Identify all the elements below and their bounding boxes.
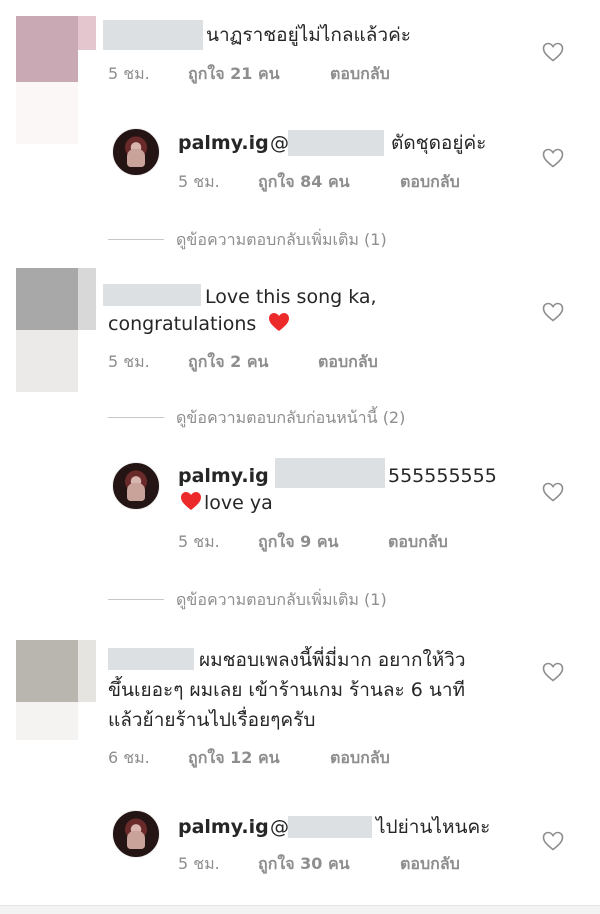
view-more-replies[interactable]: ดูข้อความตอบกลับเพิ่มเติม (1) xyxy=(108,588,448,610)
comment-time: 5 ชม. xyxy=(108,352,150,371)
comment-text: นาฏราชอยู่ไม่ไกลแล้วค่ะ xyxy=(206,24,411,46)
likes-count[interactable]: ถูกใจ 30 คน xyxy=(258,852,350,877)
divider xyxy=(108,417,164,418)
comment-time: 5 ชม. xyxy=(178,854,220,873)
comment-text-line-2: congratulations xyxy=(108,313,257,335)
red-heart-emoji xyxy=(181,492,201,510)
redacted-username xyxy=(103,20,203,50)
reply-button[interactable]: ตอบกลับ xyxy=(388,530,448,555)
comment-text-line: congratulations xyxy=(108,310,292,338)
view-more-label: ดูข้อความตอบกลับเพิ่มเติม (1) xyxy=(176,230,387,249)
comment-time: 5 ชม. xyxy=(178,532,220,551)
comment-text-line: ขึ้นเยอะๆ ผมเลย เข้าร้านเกม ร้านละ 6 นาท… xyxy=(108,679,466,701)
reply-button[interactable]: ตอบกลับ xyxy=(400,170,460,195)
username[interactable]: palmy.ig xyxy=(178,813,269,841)
heart-outline-icon[interactable] xyxy=(541,300,565,324)
redacted-mention xyxy=(288,816,372,838)
redacted-username xyxy=(108,648,194,670)
redacted-mention xyxy=(288,130,384,156)
reply-button[interactable]: ตอบกลับ xyxy=(330,746,390,771)
comment-text-line: love ya xyxy=(178,489,273,517)
reply-button[interactable]: ตอบกลับ xyxy=(330,62,390,87)
avatar-pixelated[interactable] xyxy=(16,640,96,740)
comment-text: ตัดชุดอยู่ค่ะ xyxy=(391,132,487,154)
username[interactable]: palmy.ig xyxy=(178,129,269,157)
comment-text: ไปย่านไหนคะ xyxy=(376,816,491,838)
heart-outline-icon[interactable] xyxy=(541,480,565,504)
heart-outline-icon[interactable] xyxy=(541,40,565,64)
reply-button[interactable]: ตอบกลับ xyxy=(318,350,378,375)
divider xyxy=(108,599,164,600)
mention[interactable]: @ xyxy=(270,813,289,841)
comment-text-line: Love this song ka, xyxy=(205,286,377,308)
heart-outline-icon[interactable] xyxy=(541,660,565,684)
mention[interactable]: @ xyxy=(270,129,289,157)
red-heart-emoji xyxy=(269,313,290,331)
avatar-pixelated[interactable] xyxy=(16,268,96,392)
comment-text-line-2: love ya xyxy=(204,492,273,514)
view-more-label: ดูข้อความตอบกลับเพิ่มเติม (1) xyxy=(176,590,387,609)
comment-text-line: แล้วย้ายร้านไปเรื่อยๆครับ xyxy=(108,709,316,731)
comment-time: 6 ชม. xyxy=(108,748,150,767)
redacted-mention xyxy=(275,458,385,488)
comment-time: 5 ชม. xyxy=(108,64,150,83)
view-previous-label: ดูข้อความตอบกลับก่อนหน้านี้ (2) xyxy=(176,408,406,427)
avatar[interactable] xyxy=(112,128,160,176)
redacted-username xyxy=(103,284,201,306)
likes-count[interactable]: ถูกใจ 12 คน xyxy=(188,746,280,771)
avatar[interactable] xyxy=(112,462,160,510)
avatar-pixelated[interactable] xyxy=(16,16,96,144)
heart-outline-icon[interactable] xyxy=(541,146,565,170)
reply-button[interactable]: ตอบกลับ xyxy=(400,852,460,877)
comment-text-line: 555555555 xyxy=(388,465,497,487)
username[interactable]: palmy.ig xyxy=(178,462,269,490)
comment-time: 5 ชม. xyxy=(178,172,220,191)
avatar[interactable] xyxy=(112,810,160,858)
likes-count[interactable]: ถูกใจ 21 คน xyxy=(188,62,280,87)
view-previous-replies[interactable]: ดูข้อความตอบกลับก่อนหน้านี้ (2) xyxy=(108,406,488,428)
likes-count[interactable]: ถูกใจ 9 คน xyxy=(258,530,338,555)
heart-outline-icon[interactable] xyxy=(541,829,565,853)
view-more-replies[interactable]: ดูข้อความตอบกลับเพิ่มเติม (1) xyxy=(108,228,448,250)
likes-count[interactable]: ถูกใจ 2 คน xyxy=(188,350,268,375)
likes-count[interactable]: ถูกใจ 84 คน xyxy=(258,170,350,195)
divider xyxy=(108,239,164,240)
comment-text-line: ผมชอบเพลงนี้พี่มี่มาก อยากให้วิว xyxy=(199,649,466,671)
